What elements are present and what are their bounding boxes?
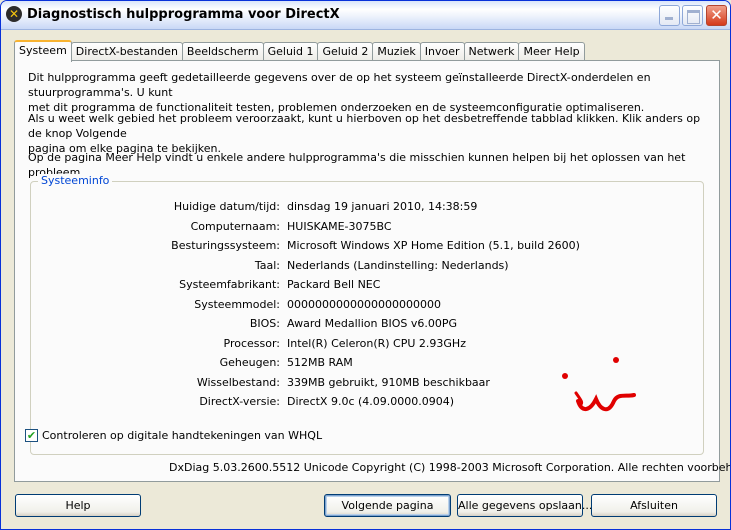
intro-line: Als u weet welk gebied het probleem vero… [28, 112, 701, 140]
close-button[interactable]: Afsluiten [591, 494, 717, 517]
info-row-computernaam: Computernaam: HUISKAME-3075BC [31, 219, 703, 234]
tab-geluid-1[interactable]: Geluid 1 [262, 42, 319, 61]
info-value: 339MB gebruikt, 910MB beschikbaar [287, 375, 490, 389]
info-row-processor: Processor: Intel(R) Celeron(R) CPU 2.93G… [31, 336, 703, 351]
info-value: Packard Bell NEC [287, 278, 381, 291]
info-label: Systeemfabrikant: [179, 278, 280, 291]
info-label: Processor: [223, 336, 281, 350]
title-bar[interactable]: ✕ Diagnostisch hulpprogramma voor Direct… [1, 1, 730, 30]
copyright-text: DxDiag 5.03.2600.5512 Unicode Copyright … [169, 461, 731, 474]
directx-icon: ✕ [6, 6, 22, 22]
whql-checkbox-row[interactable]: ✔ Controleren op digitale handtekeningen… [25, 428, 322, 442]
info-label: Taal: [254, 258, 280, 272]
maximize-button[interactable] [682, 5, 703, 26]
info-row-bios: BIOS: Award Medallion BIOS v6.00PG [31, 316, 703, 331]
tab-geluid-2[interactable]: Geluid 2 [317, 42, 374, 61]
info-value: 512MB RAM [287, 356, 353, 369]
info-value: Microsoft Windows XP Home Edition (5.1, … [287, 239, 580, 252]
info-value: Intel(R) Celeron(R) CPU 2.93GHz [287, 336, 466, 350]
tab-meer-help[interactable]: Meer Help [518, 42, 585, 61]
info-value: Nederlands (Landinstelling: Nederlands) [287, 258, 509, 272]
dxdiag-window: ✕ Diagnostisch hulpprogramma voor Direct… [0, 0, 731, 530]
info-row-datum: Huidige datum/tijd: dinsdag 19 januari 2… [31, 199, 703, 214]
intro-line: Dit hulpprogramma geeft gedetailleerde g… [28, 71, 651, 99]
tab-beeldscherm[interactable]: Beeldscherm [181, 42, 264, 61]
info-label: BIOS: [249, 317, 280, 330]
next-page-button[interactable]: Volgende pagina [324, 494, 451, 517]
info-value: Award Medallion BIOS v6.00PG [287, 317, 458, 330]
checkmark-icon: ✔ [26, 428, 37, 442]
info-label: Systeemmodel: [194, 297, 280, 311]
tab-strip: Systeem DirectX-bestanden Beeldscherm Ge… [14, 40, 585, 62]
info-row-besturingssysteem: Besturingssysteem: Microsoft Windows XP … [31, 238, 703, 253]
minimize-button[interactable] [659, 5, 680, 26]
close-icon: ✕ [710, 6, 723, 24]
tab-systeem[interactable]: Systeem [14, 40, 72, 62]
intro-paragraph-1: Dit hulpprogramma geeft gedetailleerde g… [28, 70, 714, 115]
close-window-button[interactable]: ✕ [706, 5, 727, 26]
info-label: Besturingssysteem: [171, 239, 280, 252]
info-label: Geheugen: [219, 356, 280, 369]
info-value: 0000000000000000000000 [287, 297, 441, 311]
help-button[interactable]: Help [15, 494, 141, 517]
info-row-systeemmodel: Systeemmodel: 0000000000000000000000 [31, 297, 703, 312]
red-scribble-annotation [562, 357, 636, 412]
info-value: dinsdag 19 januari 2010, 14:38:59 [287, 200, 478, 213]
tab-invoer[interactable]: Invoer [419, 42, 465, 61]
save-all-button[interactable]: Alle gegevens opslaan... [457, 494, 592, 517]
info-value: HUISKAME-3075BC [287, 219, 392, 233]
window-title: Diagnostisch hulpprogramma voor DirectX [27, 7, 340, 22]
info-row-systeemfabrikant: Systeemfabrikant: Packard Bell NEC [31, 277, 703, 292]
info-value: DirectX 9.0c (4.09.0000.0904) [287, 395, 455, 408]
info-label: DirectX-versie: [199, 395, 280, 408]
intro-paragraph-3: Op de pagina Meer Help vindt u enkele an… [28, 151, 686, 179]
tab-directx-bestanden[interactable]: DirectX-bestanden [70, 42, 183, 61]
info-label: Computernaam: [190, 219, 280, 233]
whql-checkbox-label: Controleren op digitale handtekeningen v… [42, 428, 323, 442]
tab-netwerk[interactable]: Netwerk [463, 42, 520, 61]
info-label: Huidige datum/tijd: [173, 200, 280, 213]
groupbox-title: Systeeminfo [38, 174, 113, 187]
info-row-taal: Taal: Nederlands (Landinstelling: Nederl… [31, 258, 703, 273]
info-label: Wisselbestand: [196, 375, 280, 389]
whql-checkbox[interactable]: ✔ [25, 428, 38, 442]
tab-muziek[interactable]: Muziek [372, 42, 421, 61]
